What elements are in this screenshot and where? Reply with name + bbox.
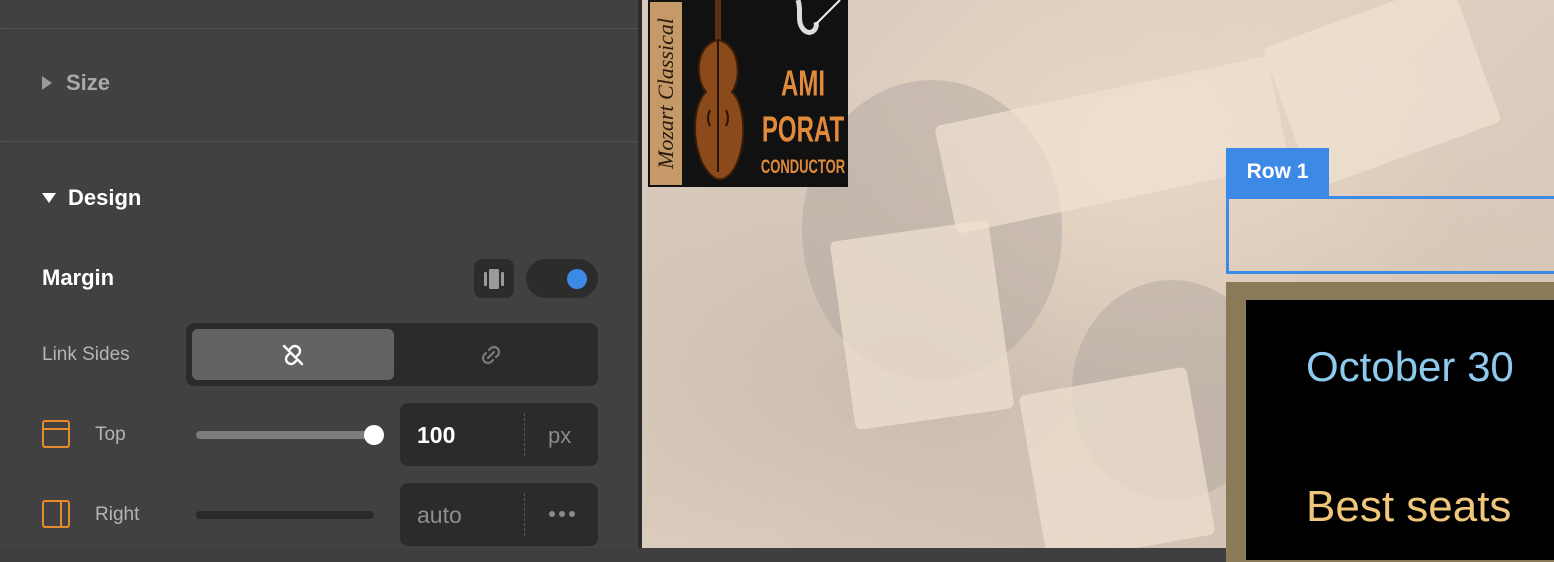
conductor-hand-icon (795, 0, 841, 35)
background-music-stand (829, 219, 1015, 431)
settings-panel: Size Design Margin Link Sides Top 100 px… (0, 0, 642, 548)
unit-selector[interactable]: px (548, 423, 571, 449)
responsive-device-button[interactable] (474, 259, 514, 298)
unlinked-icon (282, 344, 304, 365)
field-separator (524, 493, 525, 536)
poster-side-text: Mozart Classical (650, 2, 682, 185)
divider (0, 141, 638, 142)
margin-right-slider[interactable] (196, 511, 374, 519)
device-sizes-icon (484, 268, 504, 289)
size-section-label: Size (66, 70, 111, 95)
margin-top-input[interactable]: 100 px (400, 403, 598, 466)
toggle-knob (567, 269, 587, 289)
margin-right-value: auto (417, 502, 462, 528)
divider (0, 28, 638, 29)
margin-top-icon (42, 420, 70, 448)
link-sides-segmented-control (186, 323, 598, 386)
poster-name-last: PORAT (761, 110, 845, 151)
more-dots-icon[interactable] (548, 510, 576, 518)
margin-right-label: Right (95, 504, 140, 525)
slider-thumb[interactable] (364, 425, 384, 445)
violin-icon (694, 0, 745, 181)
linked-icon (481, 345, 501, 364)
concert-poster-image: Mozart Classical AMI PORAT CONDUCTOR (648, 0, 848, 187)
poster-role: CONDUCTOR (760, 155, 846, 178)
margin-right-input[interactable]: auto (400, 483, 598, 546)
link-sides-button[interactable] (390, 329, 592, 380)
size-section-toggle[interactable]: Size (42, 70, 110, 96)
margin-top-slider[interactable] (196, 425, 384, 445)
background-music-stand (1018, 366, 1216, 548)
row-selection-outline[interactable] (1226, 196, 1554, 274)
margin-right-icon (42, 500, 70, 528)
link-sides-label: Link Sides (42, 344, 130, 365)
unlink-sides-button[interactable] (192, 329, 394, 380)
margin-label: Margin (42, 265, 115, 290)
responsive-toggle[interactable] (526, 259, 598, 298)
event-tagline: Best seats (1306, 482, 1512, 531)
design-section-label: Design (68, 185, 142, 210)
row-selection-tag[interactable]: Row 1 (1226, 148, 1329, 196)
field-separator (524, 413, 525, 456)
caret-down-icon (42, 193, 56, 203)
margin-top-value: 100 (417, 422, 456, 448)
poster-name-first: AMI (781, 64, 825, 105)
event-date-heading: October 30 (1306, 343, 1514, 390)
design-section-toggle[interactable]: Design (42, 185, 141, 211)
margin-top-label: Top (95, 424, 126, 445)
caret-right-icon (42, 76, 52, 90)
